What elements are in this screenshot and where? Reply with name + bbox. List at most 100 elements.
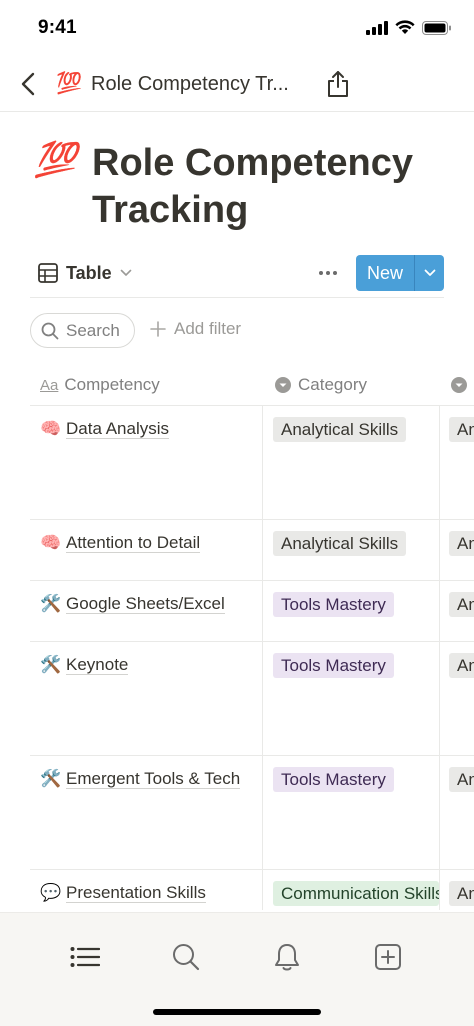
row-name: Keynote (66, 655, 129, 675)
third-column-tag[interactable]: An (449, 653, 474, 678)
new-button[interactable]: New (356, 255, 414, 291)
table-row[interactable]: 🧠 Attention to Detail Analytical Skills A… (30, 520, 474, 581)
third-column-tag[interactable]: An (449, 881, 474, 906)
row-emoji: 🛠️ (40, 769, 62, 788)
third-column-tag[interactable]: An (449, 531, 474, 556)
competency-cell[interactable]: 🛠️ Google Sheets/Excel (40, 591, 252, 617)
chevron-down-icon (120, 269, 131, 276)
column-header-category[interactable]: Category (274, 364, 367, 406)
tab-home[interactable] (65, 937, 105, 977)
tab-notifications[interactable] (267, 937, 307, 977)
view-bar: Table New (30, 254, 444, 298)
cell-divider (439, 406, 440, 519)
row-emoji: 💬 (40, 883, 62, 902)
bottom-tab-bar (0, 912, 474, 1026)
add-page-icon (375, 944, 401, 970)
list-icon (70, 947, 100, 967)
category-tag[interactable]: Communication Skills (273, 881, 439, 906)
category-tag[interactable]: Tools Mastery (273, 653, 394, 678)
search-button[interactable]: Search (30, 313, 135, 348)
chevron-left-icon (21, 72, 35, 96)
column-header-label: Competency (64, 375, 160, 394)
more-icon-dot (326, 271, 330, 275)
add-filter-label: Add filter (174, 319, 242, 338)
status-bar: 9:41 (0, 0, 474, 56)
third-column-tag[interactable]: An (449, 767, 474, 792)
search-icon (41, 322, 59, 339)
third-column-tag[interactable]: An (449, 417, 474, 442)
wifi-icon (395, 20, 415, 34)
category-tag[interactable]: Analytical Skills (273, 417, 407, 442)
search-label: Search (66, 320, 120, 340)
row-emoji: 🛠️ (40, 655, 62, 674)
row-name: Google Sheets/Excel (66, 594, 225, 614)
status-time: 9:41 (38, 17, 77, 38)
nav-page-emoji: 💯 (56, 72, 83, 95)
bell-icon (275, 944, 299, 971)
table-row[interactable]: 🛠️ Keynote Tools Mastery An (30, 642, 474, 756)
table-icon (38, 263, 58, 283)
share-icon (328, 71, 348, 97)
nav-bar: 💯 Role Competency Tr... (0, 56, 474, 112)
competency-cell[interactable]: 🧠 Data Analysis (40, 416, 252, 442)
tab-new-page[interactable] (368, 937, 408, 977)
row-emoji: 🧠 (40, 419, 62, 438)
table-row[interactable]: 💬 Presentation Skills Communication Skill… (30, 870, 474, 910)
category-tag[interactable]: Tools Mastery (273, 767, 394, 792)
home-indicator (153, 1009, 321, 1015)
column-header-third[interactable] (450, 364, 468, 406)
new-button-group: New (356, 255, 444, 291)
add-filter-button[interactable]: Add filter (150, 319, 241, 339)
signal-icon (366, 20, 388, 35)
column-header-competency[interactable]: Aa Competency (40, 364, 160, 406)
page-title[interactable]: Role Competency Tracking (92, 140, 462, 234)
row-name: Emergent Tools & Tech (66, 769, 241, 789)
category-tag[interactable]: Tools Mastery (273, 592, 394, 617)
competency-cell[interactable]: 🛠️ Emergent Tools & Tech (40, 766, 252, 792)
select-property-icon (451, 377, 467, 393)
status-icons (366, 20, 452, 35)
more-icon-dot (333, 271, 337, 275)
competency-cell[interactable]: 🛠️ Keynote (40, 652, 252, 678)
battery-icon (422, 20, 451, 35)
column-header-label: Category (298, 375, 367, 394)
share-button[interactable] (322, 66, 354, 102)
database-table: Aa Competency Category 🧠 Data Analysis An… (30, 364, 474, 910)
select-property-icon (275, 377, 291, 393)
category-tag[interactable]: Analytical Skills (273, 531, 407, 556)
cell-divider (439, 756, 440, 869)
row-name: Presentation Skills (66, 883, 206, 903)
row-name: Data Analysis (66, 419, 169, 439)
cell-divider (262, 520, 263, 580)
cell-divider (262, 870, 263, 910)
cell-divider (439, 581, 440, 641)
table-header: Aa Competency Category (30, 364, 474, 406)
cell-divider (439, 520, 440, 580)
cell-divider (262, 406, 263, 519)
tab-search[interactable] (166, 937, 206, 977)
cell-divider (262, 756, 263, 869)
text-property-icon: Aa (40, 376, 59, 394)
new-dropdown-button[interactable] (415, 255, 444, 291)
competency-cell[interactable]: 💬 Presentation Skills (40, 880, 252, 906)
search-icon (173, 944, 200, 971)
cell-divider (262, 642, 263, 755)
plus-icon (150, 321, 166, 337)
more-button[interactable] (316, 262, 340, 284)
cell-divider (439, 870, 440, 910)
nav-page-title: Role Competency Tr... (91, 73, 289, 95)
row-emoji: 🛠️ (40, 594, 62, 613)
chevron-down-icon (424, 269, 435, 276)
third-column-tag[interactable]: An (449, 592, 474, 617)
row-emoji: 🧠 (40, 533, 62, 552)
cell-divider (262, 581, 263, 641)
table-row[interactable]: 🛠️ Emergent Tools & Tech Tools Mastery An (30, 756, 474, 870)
table-row[interactable]: 🛠️ Google Sheets/Excel Tools Mastery An (30, 581, 474, 642)
view-label: Table (66, 262, 112, 283)
view-switcher[interactable]: Table (38, 260, 132, 286)
competency-cell[interactable]: 🧠 Attention to Detail (40, 530, 252, 556)
back-button[interactable] (10, 66, 46, 102)
row-name: Attention to Detail (66, 533, 201, 553)
page-emoji[interactable]: 💯 (34, 140, 76, 180)
table-row[interactable]: 🧠 Data Analysis Analytical Skills An (30, 406, 474, 520)
